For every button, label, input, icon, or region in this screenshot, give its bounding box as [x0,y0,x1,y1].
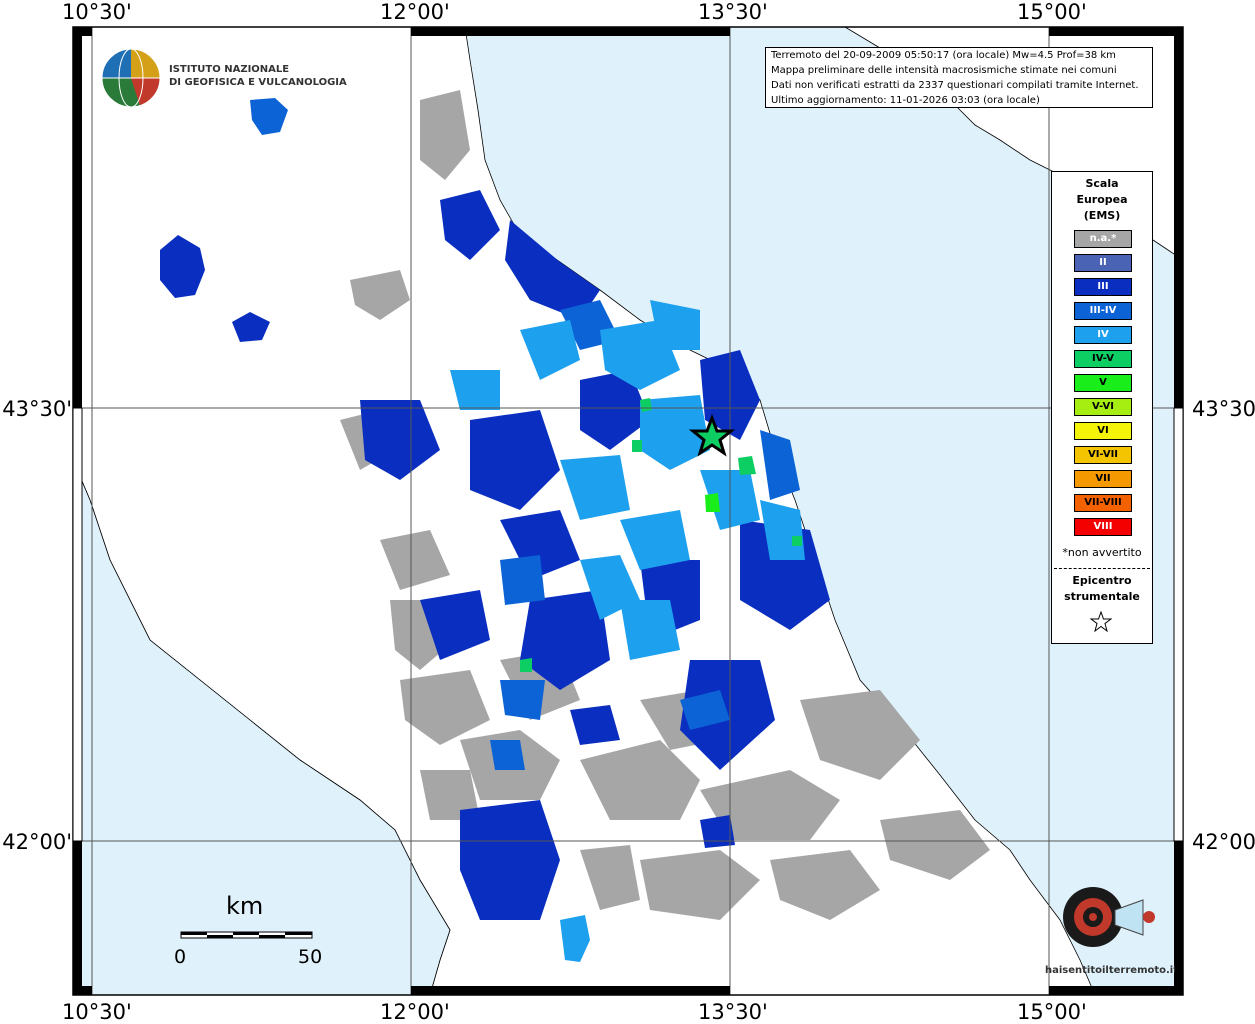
scale-bar [180,931,313,939]
hsi-logo-icon: haisentitoilterremoto.it [1045,887,1175,976]
info-line-4: Ultimo aggiornamento: 11-01-2026 03:03 (… [771,95,1040,106]
ingv-logo-icon [101,48,161,108]
legend-swatch-v: V [1074,374,1132,392]
info-line-1: Terremoto del 20-09-2009 05:50:17 (ora l… [771,50,1116,61]
legend-swatch-iv: IV [1074,326,1132,344]
legend-title: Scala Europea (EMS) [1052,176,1152,224]
region-v [705,493,720,512]
ems-legend: Scala Europea (EMS) n.a.* II III III-IV IV IV… [1051,171,1153,644]
legend-swatch-n-a: n.a.* [1074,230,1132,248]
scale-bar-end: 50 [298,946,323,968]
legend-swatch-iii: III [1074,278,1132,296]
legend-epicenter-label: Epicentro strumentale [1052,573,1152,605]
lon-label-bottom-2: 12°00' [380,1000,450,1024]
legend-divider [1054,568,1150,569]
logo-line-1: ISTITUTO NAZIONALE [169,64,290,75]
ingv-logo-text: ISTITUTO NAZIONALE DI GEOFISICA E VULCAN… [169,63,347,89]
lon-label-top-2: 12°00' [380,0,450,24]
scale-bar-unit: km [226,892,264,920]
legend-swatch-vi: VI [1074,422,1132,440]
lon-label-bottom-3: 13°30' [698,1000,768,1024]
legend-title-text: Scala Europea (EMS) [1076,177,1128,222]
legend-swatch-vii-viii: VII-VIII [1074,494,1132,512]
legend-swatch-vi-vii: VI-VII [1074,446,1132,464]
hsi-badge-text: haisentitoilterremoto.it [1045,965,1175,976]
legend-swatch-v-vi: V-VI [1074,398,1132,416]
lon-label-top-4: 15°00' [1017,0,1087,24]
legend-epicenter-text: Epicentro strumentale [1064,574,1140,603]
legend-swatch-vii: VII [1074,470,1132,488]
legend-swatch-iii-iv: III-IV [1074,302,1132,320]
lon-label-bottom-4: 15°00' [1017,1000,1087,1024]
event-info-box: Terremoto del 20-09-2009 05:50:17 (ora l… [765,47,1153,108]
lon-label-top-3: 13°30' [698,0,768,24]
lon-label-top-1: 10°30' [62,0,132,24]
scale-bar-start: 0 [174,946,187,968]
lat-label-right-2: 42°00' [1192,830,1255,854]
legend-note: *non avvertito [1062,546,1142,559]
logo-line-2: DI GEOFISICA E VULCANOLOGIA [169,77,347,88]
epicenter-star-icon [1090,611,1112,633]
legend-swatch-iv-v: IV-V [1074,350,1132,368]
info-line-2: Mappa preliminare delle intensità macros… [771,65,1117,76]
lon-label-bottom-1: 10°30' [62,1000,132,1024]
lat-label-left-1: 43°30' [2,397,72,421]
legend-swatch-viii: VIII [1074,518,1132,536]
lat-label-right-1: 43°30' [1192,397,1255,421]
lat-label-left-2: 42°00' [2,830,72,854]
legend-swatch-ii: II [1074,254,1132,272]
info-line-3: Dati non verificati estratti da 2337 que… [771,80,1139,91]
